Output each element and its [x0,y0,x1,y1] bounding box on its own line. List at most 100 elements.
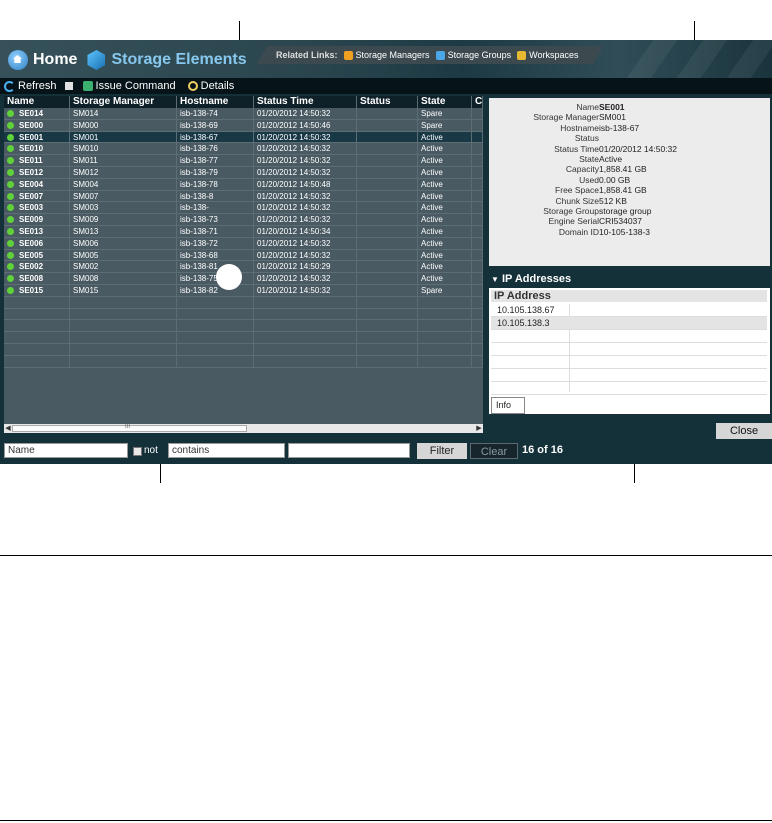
cell-empty [418,308,472,320]
table-row[interactable]: SE011 SM011 isb-138-77 01/20/2012 14:50:32 A… [4,155,483,167]
table-row[interactable]: SE006 SM006 isb-138-72 01/20/2012 14:50:32 A… [4,237,483,250]
table-row-empty [4,308,483,321]
cell-time: 01/20/2012 14:50:32 [254,143,357,155]
column-state[interactable]: State [418,96,472,108]
cell-state: Active [418,166,472,178]
header-bar: Home Storage Elements Related Links: Sto… [0,40,772,78]
cell-empty [177,320,254,332]
filter-field-select[interactable] [4,443,128,458]
cell-time: 01/20/2012 14:50:32 [254,202,357,214]
table-row[interactable]: SE015 SM015 isb-138-82 01/20/2012 14:50:32 S… [4,284,483,297]
not-checkbox[interactable] [133,447,142,456]
cell-status [357,261,418,273]
status-dot-icon [7,286,14,294]
scroll-thumb[interactable]: III [12,424,247,432]
cell-sm: SM010 [70,143,177,155]
ip-addresses-toggle[interactable]: ▼ IP Addresses [491,273,571,285]
cell-status [357,143,418,155]
cell-status [357,178,418,190]
cell-time: 01/20/2012 14:50:32 [254,214,357,225]
cell-host: isb-138-78 [177,178,254,190]
table-row[interactable]: SE002 SM002 isb-138-81 01/20/2012 14:50:29 A… [4,261,483,274]
cell-c [472,225,483,237]
page-rule-bottom [0,820,772,821]
table-row[interactable]: SE009 SM009 isb-138-73 01/20/2012 14:50:32 A… [4,214,483,226]
cell-c [472,214,483,225]
ip-row[interactable]: 10.105.138.67 [491,304,767,317]
clear-button[interactable]: Clear [470,443,518,459]
cell-status [357,166,418,178]
workspaces-icon [517,50,527,60]
table-row-empty [4,332,483,344]
detail-value: 01/20/2012 14:50:32 [599,143,677,154]
cell-c [472,190,483,202]
table-row[interactable]: SE012 SM012 isb-138-79 01/20/2012 14:50:32 A… [4,166,483,179]
table-row-empty [4,320,483,333]
column-storage-manager[interactable]: Storage Manager [70,96,177,108]
table-row[interactable]: SE003 SM003 isb-138- 01/20/2012 14:50:32 Act… [4,202,483,215]
cell-state: Active [418,143,472,155]
cell-name: SE009 [4,214,70,225]
table-row[interactable]: SE008 SM008 isb-138-75 01/20/2012 14:50:32 A… [4,273,483,285]
cell-host: isb-138- [177,202,254,214]
cell-empty [254,320,357,332]
close-button[interactable]: Close [716,423,772,439]
filter-value-input[interactable] [288,443,410,458]
scroll-right-icon[interactable]: ▶ [475,424,483,433]
status-dot-icon [7,216,14,224]
column-hostname[interactable]: Hostname [177,96,254,108]
cell-empty [254,296,357,308]
table-row[interactable]: SE014 SM014 isb-138-74 01/20/2012 14:50:32 S… [4,108,483,120]
cell-sm: SM006 [70,237,177,249]
cell-empty [418,320,472,332]
cell-empty [418,296,472,308]
link-storage-managers[interactable]: Storage Managers [343,50,430,60]
filter-button[interactable]: Filter [417,443,467,459]
link-workspaces[interactable]: Workspaces [517,50,578,60]
column-status-time[interactable]: Status Time [254,96,357,108]
table-row[interactable]: SE010 SM010 isb-138-76 01/20/2012 14:50:32 A… [4,143,483,156]
cell-time: 01/20/2012 14:50:32 [254,155,357,166]
status-dot-icon [7,192,14,200]
details-button[interactable]: Details [187,80,234,92]
table-row[interactable]: SE013 SM013 isb-138-71 01/20/2012 14:50:34 A… [4,225,483,238]
ip-row[interactable]: 10.105.138.3 [491,317,767,330]
separator-box [64,82,73,90]
filter-operator-select[interactable] [168,443,285,458]
cell-time: 01/20/2012 14:50:34 [254,225,357,237]
scroll-grip: III [125,424,131,430]
issue-command-button[interactable]: Issue Command [82,80,176,92]
cell-c [472,178,483,190]
horizontal-scrollbar[interactable]: ◀ III ▶ [4,424,483,433]
cell-c [472,237,483,249]
info-button[interactable]: Info [491,397,525,414]
table-row[interactable]: SE004 SM004 isb-138-78 01/20/2012 14:50:48 A… [4,178,483,191]
home-link[interactable]: Home Storage Elements [8,50,247,70]
refresh-button[interactable]: Refresh [4,80,57,92]
cell-name: SE010 [4,143,70,155]
cell-name: SE015 [4,284,70,296]
cell-empty [472,308,483,320]
cell-empty [70,332,177,343]
cell-sm: SM014 [70,108,177,119]
column-name[interactable]: Name [4,96,70,108]
detail-label: Domain ID [558,226,599,237]
link-storage-groups[interactable]: Storage Groups [435,50,511,60]
cell-c [472,261,483,273]
column-c[interactable]: C [472,96,483,108]
table-row[interactable]: SE001 SM001 isb-138-67 01/20/2012 14:50:32 A… [4,131,483,144]
status-dot-icon [7,121,14,129]
column-status[interactable]: Status [357,96,418,108]
scroll-left-icon[interactable]: ◀ [4,424,12,433]
table-row[interactable]: SE000 SM000 isb-138-69 01/20/2012 14:50:46 S… [4,119,483,132]
status-dot-icon [7,251,14,259]
cell-sm: SM002 [70,261,177,273]
detail-value: CRI534037 [599,216,643,227]
table-row[interactable]: SE005 SM005 isb-138-68 01/20/2012 14:50:32 A… [4,249,483,262]
cell-host: isb-138-77 [177,155,254,166]
cell-status [357,284,418,296]
table-row[interactable]: SE007 SM007 isb-138-8 01/20/2012 14:50:32 Ac… [4,190,483,203]
cell-state: Active [418,214,472,225]
detail-value: 1,858.41 GB [599,164,647,175]
cell-empty [472,355,483,367]
